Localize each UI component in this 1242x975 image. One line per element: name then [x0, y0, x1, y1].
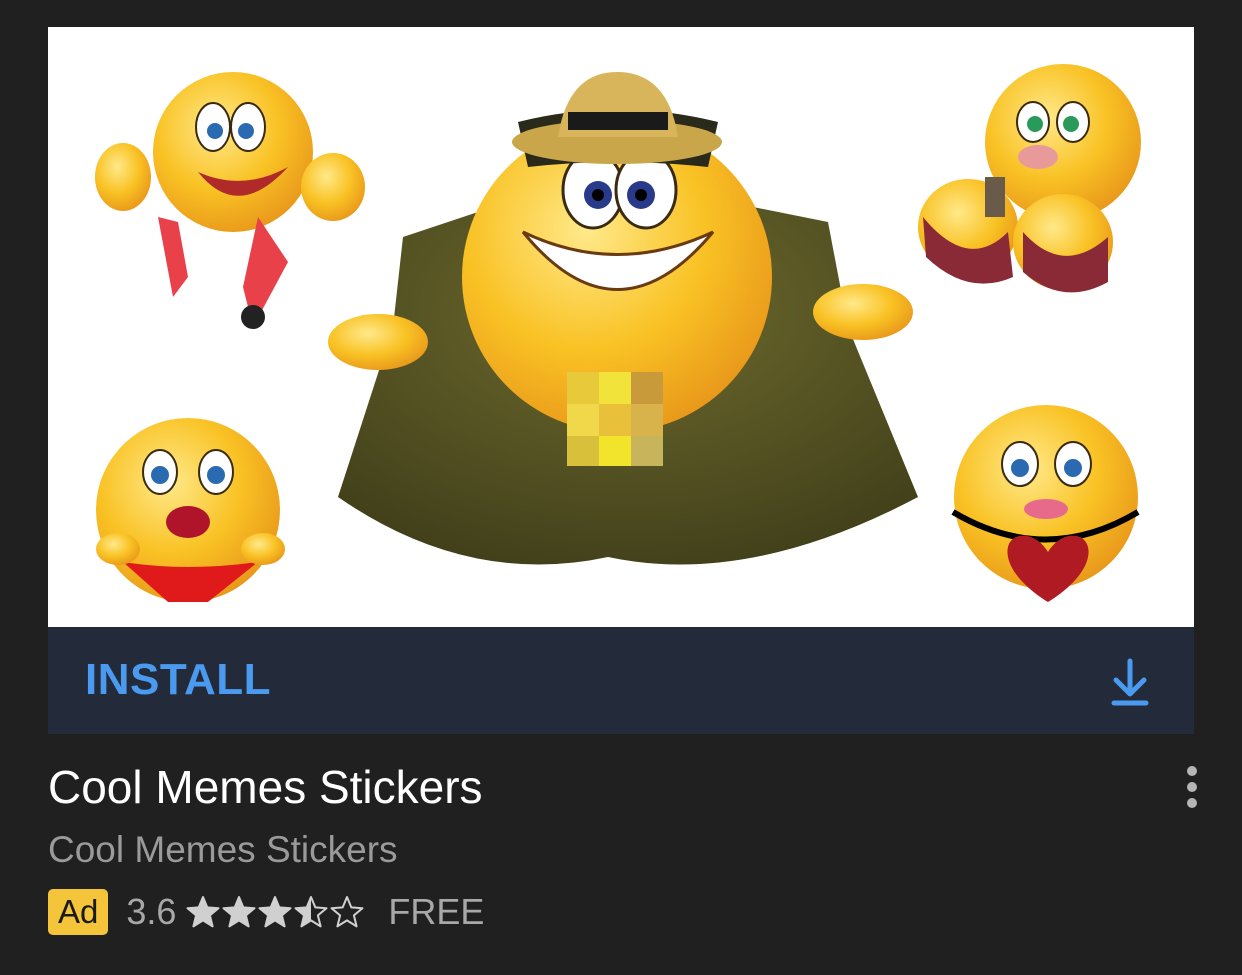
price-label: FREE	[388, 891, 485, 932]
install-button[interactable]: INSTALL	[48, 627, 1194, 734]
app-ad-card[interactable]: INSTALL Cool Memes Stickers Cool Memes S…	[0, 0, 1242, 975]
bottom-right-sticker	[951, 405, 1140, 602]
app-title[interactable]: Cool Memes Stickers	[48, 760, 483, 814]
developer-name: Cool Memes Stickers	[48, 829, 398, 870]
bottom-left-sticker	[96, 418, 285, 602]
more-vert-icon[interactable]	[1172, 762, 1212, 812]
rating-value: 3.6	[126, 891, 177, 932]
top-right-sticker	[918, 64, 1141, 293]
sticker-collage	[95, 64, 1141, 602]
ad-badge: Ad	[48, 889, 109, 935]
ad-banner-image[interactable]	[48, 27, 1194, 627]
star-icon-half	[294, 896, 328, 928]
download-icon	[1111, 658, 1149, 706]
censor-pixels	[567, 372, 663, 466]
ad-meta-row: Ad 3.6 FREE	[48, 888, 484, 936]
center-sticker	[328, 72, 918, 565]
rating-stars	[186, 895, 366, 929]
star-icon-full	[222, 896, 256, 928]
install-label: INSTALL	[85, 655, 271, 704]
star-icon-full	[258, 896, 292, 928]
star-icon-full	[186, 896, 220, 928]
top-left-sticker	[95, 72, 365, 329]
star-icon-empty	[330, 896, 364, 928]
